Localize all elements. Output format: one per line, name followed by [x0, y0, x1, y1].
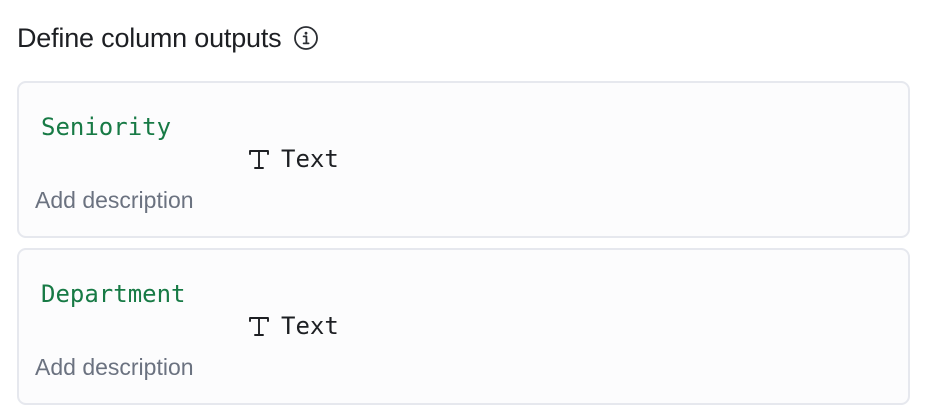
column-type-label: Text [281, 312, 339, 340]
section-header: Define column outputs [17, 18, 319, 58]
section-title: Define column outputs [17, 22, 282, 53]
column-type-label: Text [281, 145, 339, 173]
column-type-selector[interactable]: Text [247, 312, 339, 340]
description-input[interactable]: Add description [35, 354, 194, 381]
text-type-icon [247, 314, 271, 338]
column-name-input[interactable]: Seniority [41, 113, 171, 141]
column-name-input[interactable]: Department [41, 280, 186, 308]
text-type-icon [247, 147, 271, 171]
column-output-card: Department Text Add description [17, 248, 910, 405]
description-input[interactable]: Add description [35, 187, 194, 214]
column-output-card: Seniority Text Add description [17, 81, 910, 238]
info-circle-icon[interactable] [293, 25, 319, 51]
column-type-selector[interactable]: Text [247, 145, 339, 173]
